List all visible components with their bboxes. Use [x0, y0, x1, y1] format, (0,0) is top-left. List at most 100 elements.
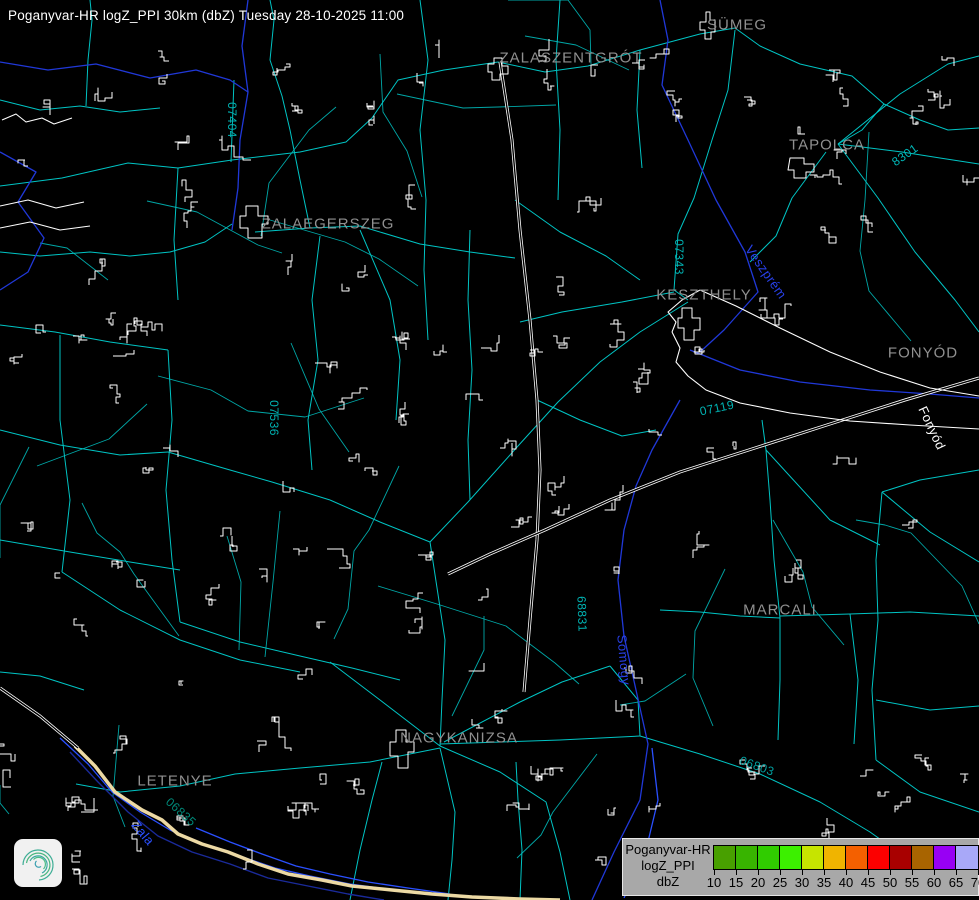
dbz-color-swatch — [802, 846, 824, 869]
dbz-colorbar — [713, 845, 979, 870]
settlement-outline — [141, 322, 162, 336]
dbz-color-swatch — [780, 846, 802, 869]
settlement-outline — [369, 116, 374, 125]
dbz-tick-label: 45 — [861, 875, 875, 890]
settlement-outline — [667, 91, 682, 106]
settlement-outline — [143, 467, 153, 473]
settlement-outline — [511, 517, 532, 527]
minor-road — [158, 376, 364, 417]
minor-road — [0, 447, 29, 558]
settlement-outline — [910, 106, 923, 125]
city-label: LETENYE — [137, 773, 212, 790]
settlement-outline — [693, 531, 709, 558]
settlement-outline — [95, 88, 112, 101]
minor-road — [37, 404, 147, 466]
map-canvas — [0, 0, 979, 900]
settlement-outline — [860, 770, 873, 776]
settlement-outline — [744, 97, 755, 106]
minor-road — [856, 520, 979, 624]
settlement-outline — [822, 818, 834, 839]
settlement-outline — [553, 336, 570, 348]
city-label: ZALAEGERSZEG — [262, 216, 395, 233]
settlement-outline — [112, 561, 122, 569]
settlement-outline — [349, 454, 359, 462]
radar-logo — [14, 839, 62, 887]
settlement-outline — [541, 768, 563, 775]
dbz-tick-label: 40 — [839, 875, 853, 890]
settlement-outline — [616, 700, 634, 717]
settlement-marks — [0, 39, 979, 884]
minor-road — [265, 511, 280, 657]
dbz-color-swatch — [868, 846, 890, 869]
city-label: MARCALI — [743, 602, 817, 619]
legend-panel: Poganyvar-HR logZ_PPI dbZ 10152025303540… — [622, 838, 979, 896]
settlement-outline — [74, 619, 88, 636]
settlement-outline — [840, 88, 848, 106]
legend-unit: dbZ — [624, 874, 712, 890]
settlement-outline — [481, 335, 499, 351]
settlement-outline — [106, 313, 116, 325]
road-number-label: 68831 — [574, 596, 589, 632]
dbz-tick-label: 20 — [751, 875, 765, 890]
settlement-outline — [273, 64, 290, 75]
settlement-outline — [963, 175, 979, 185]
settlement-outline — [810, 170, 842, 184]
settlement-outline — [317, 622, 325, 629]
minor-road — [291, 343, 349, 452]
legend-station-name: Poganyvar-HR — [624, 842, 712, 858]
dbz-color-swatch — [890, 846, 912, 869]
settlement-outline — [158, 51, 169, 61]
settlement-outline — [286, 254, 292, 275]
legend-product-name: logZ_PPI — [624, 858, 712, 874]
settlement-outline — [434, 345, 447, 355]
dbz-tick-label: 30 — [795, 875, 809, 890]
city-label: NAGYKANIZSA — [400, 730, 518, 747]
settlement-outline — [259, 569, 267, 582]
settlement-outline — [358, 265, 368, 277]
settlement-outline — [915, 755, 931, 770]
settlement-outline — [586, 201, 596, 211]
minor-road — [380, 54, 422, 197]
settlement-outline — [0, 744, 15, 761]
settlement-outline — [821, 227, 836, 243]
settlement-outline — [3, 770, 11, 787]
settlement-outline — [66, 797, 79, 806]
settlement-outline — [342, 284, 349, 291]
settlement-outline — [182, 180, 192, 202]
settlement-outline — [89, 259, 105, 285]
dbz-tick-label: 15 — [729, 875, 743, 890]
settlement-outline — [298, 669, 312, 679]
settlement-outline — [163, 445, 178, 457]
settlement-outline — [206, 584, 219, 605]
settlement-outline — [406, 593, 423, 613]
road-number-label: 07343 — [672, 239, 686, 275]
minor-road — [82, 503, 179, 636]
dbz-color-swatch — [714, 846, 736, 869]
settlement-outline — [478, 589, 488, 600]
dbz-tick-label: 60 — [927, 875, 941, 890]
settlement-outline — [179, 681, 183, 685]
dbz-color-swatch — [934, 846, 956, 869]
settlement-outline — [327, 549, 350, 568]
minor-road — [227, 536, 241, 650]
dbz-color-swatch — [736, 846, 758, 869]
settlement-outline — [113, 736, 127, 753]
city-label: ZALASZENTGRÓT — [499, 50, 642, 67]
settlement-outline — [279, 719, 291, 751]
settlement-outline — [733, 442, 736, 449]
minor-road — [397, 94, 556, 108]
minor-road — [334, 466, 399, 639]
settlement-outline — [315, 362, 337, 373]
settlement-outline — [531, 766, 542, 781]
road-number-label: 07536 — [267, 400, 281, 436]
dbz-tick-label: 50 — [883, 875, 897, 890]
settlement-outline — [257, 741, 266, 752]
settlement-outline — [175, 136, 189, 150]
spiral-icon — [14, 839, 62, 887]
city-label: SÜMEG — [707, 17, 767, 34]
settlement-outline — [895, 797, 910, 812]
settlement-outline — [500, 439, 516, 456]
city-label: TAPOLCA — [789, 137, 865, 154]
settlement-outline — [960, 774, 968, 783]
settlement-outline — [347, 779, 364, 794]
